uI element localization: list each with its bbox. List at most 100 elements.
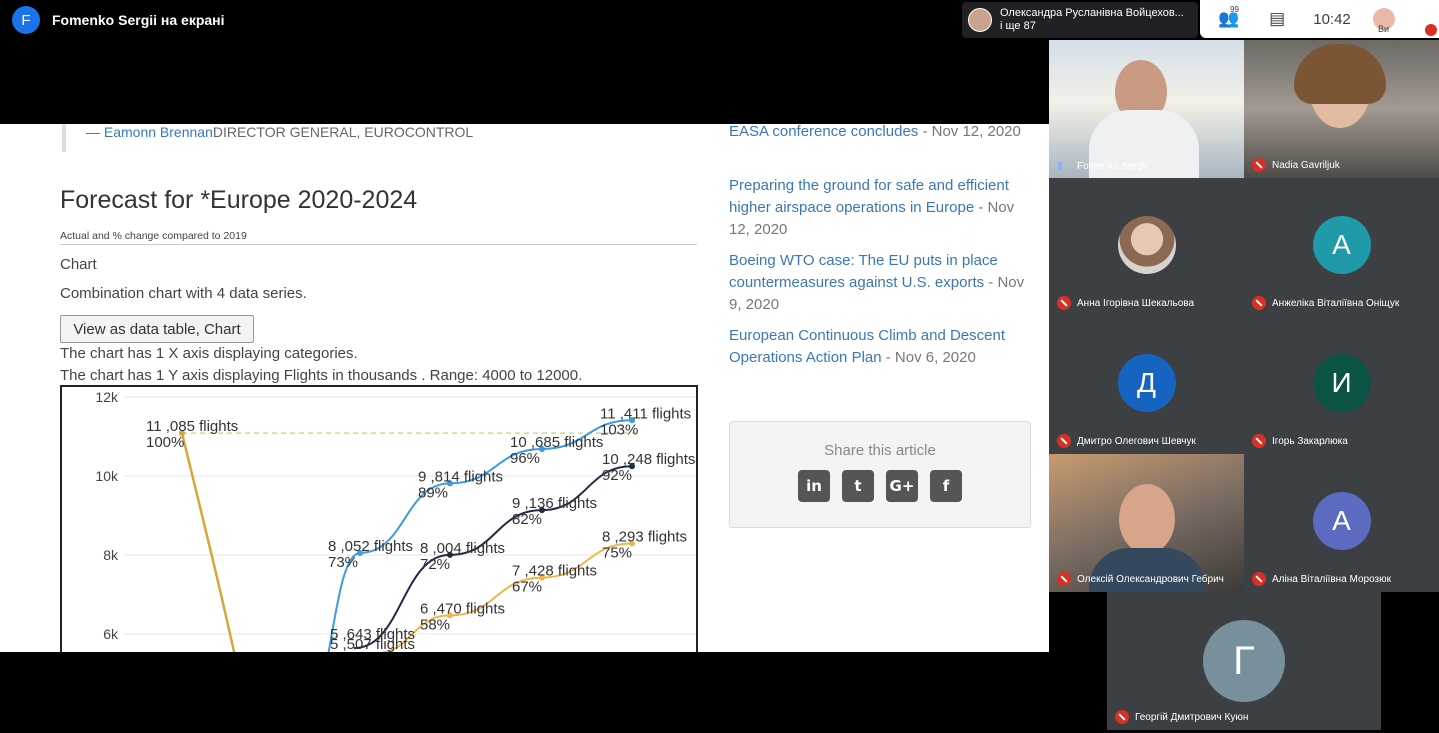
participant-tile[interactable]: ▮ Fomenko Sergii: [1049, 40, 1244, 178]
data-label: 58%: [420, 616, 450, 633]
participant-tile[interactable]: Г Георгій Дмитрович Куюн: [1107, 592, 1381, 730]
data-label: 11 ,085 flights: [146, 418, 238, 435]
news-date: - Nov 12, 2020: [918, 124, 1021, 140]
news-link[interactable]: Boeing WTO case: The EU puts in place co…: [729, 252, 998, 291]
participant-name-text: Дмитро Олегович Шевчук: [1077, 435, 1196, 447]
participant-tile[interactable]: Nadia Gavriljuk: [1244, 40, 1439, 178]
y-tick-label: 10k: [95, 468, 119, 484]
acc-chart-label: Chart: [60, 256, 97, 273]
data-label: 8 ,004 flights: [420, 540, 505, 557]
participant-hair: [1294, 44, 1386, 104]
data-label: 8 ,293 flights: [602, 528, 687, 545]
share-panel: Share this article in t G+ f: [729, 421, 1031, 528]
participant-tile[interactable]: Д Дмитро Олегович Шевчук: [1049, 316, 1244, 454]
mic-off-icon: [1057, 434, 1071, 448]
shared-screen-top: [0, 40, 1049, 124]
mic-off-icon: [1252, 572, 1266, 586]
data-label: 9 ,814 flights: [418, 468, 503, 485]
mic-off-icon: [1252, 434, 1266, 448]
view-data-table-button[interactable]: View as data table, Chart: [60, 315, 254, 343]
speaking-icon: ▮: [1057, 160, 1064, 172]
news-link[interactable]: Preparing the ground for safe and effici…: [729, 177, 1009, 216]
facebook-icon[interactable]: f: [930, 470, 962, 502]
quote-role: DIRECTOR GENERAL, EUROCONTROL: [212, 124, 474, 140]
participant-name-text: Ігорь Закарлюка: [1272, 435, 1348, 447]
data-label: 82%: [512, 511, 542, 528]
participant-name: ▮ Fomenko Sergii: [1057, 160, 1147, 172]
presenter-label: Fomenko Sergii на екрані: [52, 12, 225, 28]
linkedin-icon[interactable]: in: [798, 470, 830, 502]
participant-name-text: Аліна Віталіївна Морозюк: [1272, 573, 1391, 585]
mic-off-icon: [1252, 158, 1266, 172]
divider: [60, 244, 697, 245]
mic-off-icon: [1115, 710, 1129, 724]
news-item[interactable]: EASA conference concludes - Nov 12, 2020: [729, 124, 1029, 143]
active-speaker-chip[interactable]: Олександра Русланівна Войцехов... і ще 8…: [962, 2, 1198, 38]
participant-name: Георгій Дмитрович Куюн: [1115, 710, 1248, 724]
news-item[interactable]: Boeing WTO case: The EU puts in place co…: [729, 250, 1029, 316]
participant-avatar: Г: [1203, 620, 1285, 702]
shared-screen: — Eamonn BrennanDIRECTOR GENERAL, EUROCO…: [0, 124, 1049, 652]
data-label: 7 ,428 flights: [512, 563, 597, 580]
speaker-extra: і ще 87: [1000, 20, 1036, 32]
participant-name: Дмитро Олегович Шевчук: [1057, 434, 1196, 448]
news-link[interactable]: EASA conference concludes: [729, 124, 918, 140]
chat-icon[interactable]: ▤: [1269, 9, 1285, 29]
news-item[interactable]: Preparing the ground for safe and effici…: [729, 175, 1029, 241]
series-line: [180, 432, 236, 652]
participant-name-text: Анна Ігорівна Шекальова: [1077, 297, 1195, 309]
participant-tile[interactable]: А Анжеліка Віталіївна Оніщук: [1244, 178, 1439, 316]
participant-tile[interactable]: Олексій Олександрович Гебрич: [1049, 454, 1244, 592]
quote-author-link[interactable]: Eamonn Brennan: [104, 124, 213, 140]
data-label: 10 ,685 flights: [510, 434, 603, 451]
twitter-icon[interactable]: t: [842, 470, 874, 502]
participant-video: [1119, 484, 1175, 554]
participant-name: Олексій Олександрович Гебрич: [1057, 572, 1224, 586]
data-label: 10 ,248 flights: [602, 451, 695, 468]
participant-name-text: Nadia Gavriljuk: [1272, 159, 1340, 171]
speaker-info: Олександра Русланівна Войцехов... і ще 8…: [1000, 7, 1184, 33]
people-icon[interactable]: 👥 99: [1218, 5, 1239, 29]
participant-tile[interactable]: Анна Ігорівна Шекальова: [1049, 178, 1244, 316]
data-label: 6 ,470 flights: [420, 600, 505, 617]
news-date: - Nov 6, 2020: [881, 349, 976, 366]
data-label: 9 ,136 flights: [512, 495, 597, 512]
mic-off-icon: [1252, 296, 1266, 310]
participant-name-text: Fomenko Sergii: [1077, 160, 1148, 172]
participant-avatar: А: [1312, 216, 1371, 274]
presenter-bar: F Fomenko Sergii на екрані: [0, 0, 960, 40]
data-label: 96%: [510, 450, 540, 467]
participant-name: Анна Ігорівна Шекальова: [1057, 296, 1194, 310]
participant-name: Nadia Gavriljuk: [1252, 158, 1340, 172]
google-plus-icon[interactable]: G+: [886, 470, 918, 502]
top-controls: 👥 99 ▤ 10:42: [1200, 0, 1439, 38]
acc-chart-desc: Combination chart with 4 data series.: [60, 285, 307, 302]
data-label: 73%: [328, 554, 358, 571]
participant-name-text: Анжеліка Віталіївна Оніщук: [1272, 297, 1400, 309]
quote-attribution: — Eamonn BrennanDIRECTOR GENERAL, EUROCO…: [86, 124, 473, 140]
quote-bar: [62, 124, 66, 152]
data-label: 5 ,507 flights: [330, 636, 415, 652]
data-label: 103%: [600, 421, 638, 438]
mic-off-icon: [1057, 296, 1071, 310]
share-icons: in t G+ f: [798, 470, 962, 502]
page-title: Forecast for *Europe 2020-2024: [60, 186, 418, 214]
y-tick-label: 8k: [103, 547, 119, 563]
data-label: 89%: [418, 484, 448, 501]
news-item[interactable]: European Continuous Climb and Descent Op…: [729, 325, 1029, 369]
participant-name: Анжеліка Віталіївна Оніщук: [1252, 296, 1399, 310]
people-count-badge: 99: [1230, 5, 1239, 14]
forecast-chart: 12k 10k 8k 6k 11 ,085 flights 100% 8 ,052 flig…: [60, 385, 698, 652]
participant-tile[interactable]: И Ігорь Закарлюка: [1244, 316, 1439, 454]
self-muted-icon: [1425, 24, 1437, 36]
participant-avatar: [1117, 216, 1176, 274]
participant-avatar: Д: [1117, 354, 1176, 412]
participant-tile[interactable]: А Аліна Віталіївна Морозюк: [1244, 454, 1439, 592]
data-label: 100%: [146, 434, 184, 451]
acc-x-axis: The chart has 1 X axis displaying catego…: [60, 345, 358, 362]
quote-prefix: —: [86, 124, 104, 140]
participant-avatar: И: [1312, 354, 1371, 412]
chart-subtitle: Actual and % change compared to 2019: [60, 230, 247, 242]
acc-y-axis: The chart has 1 Y axis displaying Flight…: [60, 367, 583, 384]
self-label: Ви: [1378, 24, 1390, 34]
